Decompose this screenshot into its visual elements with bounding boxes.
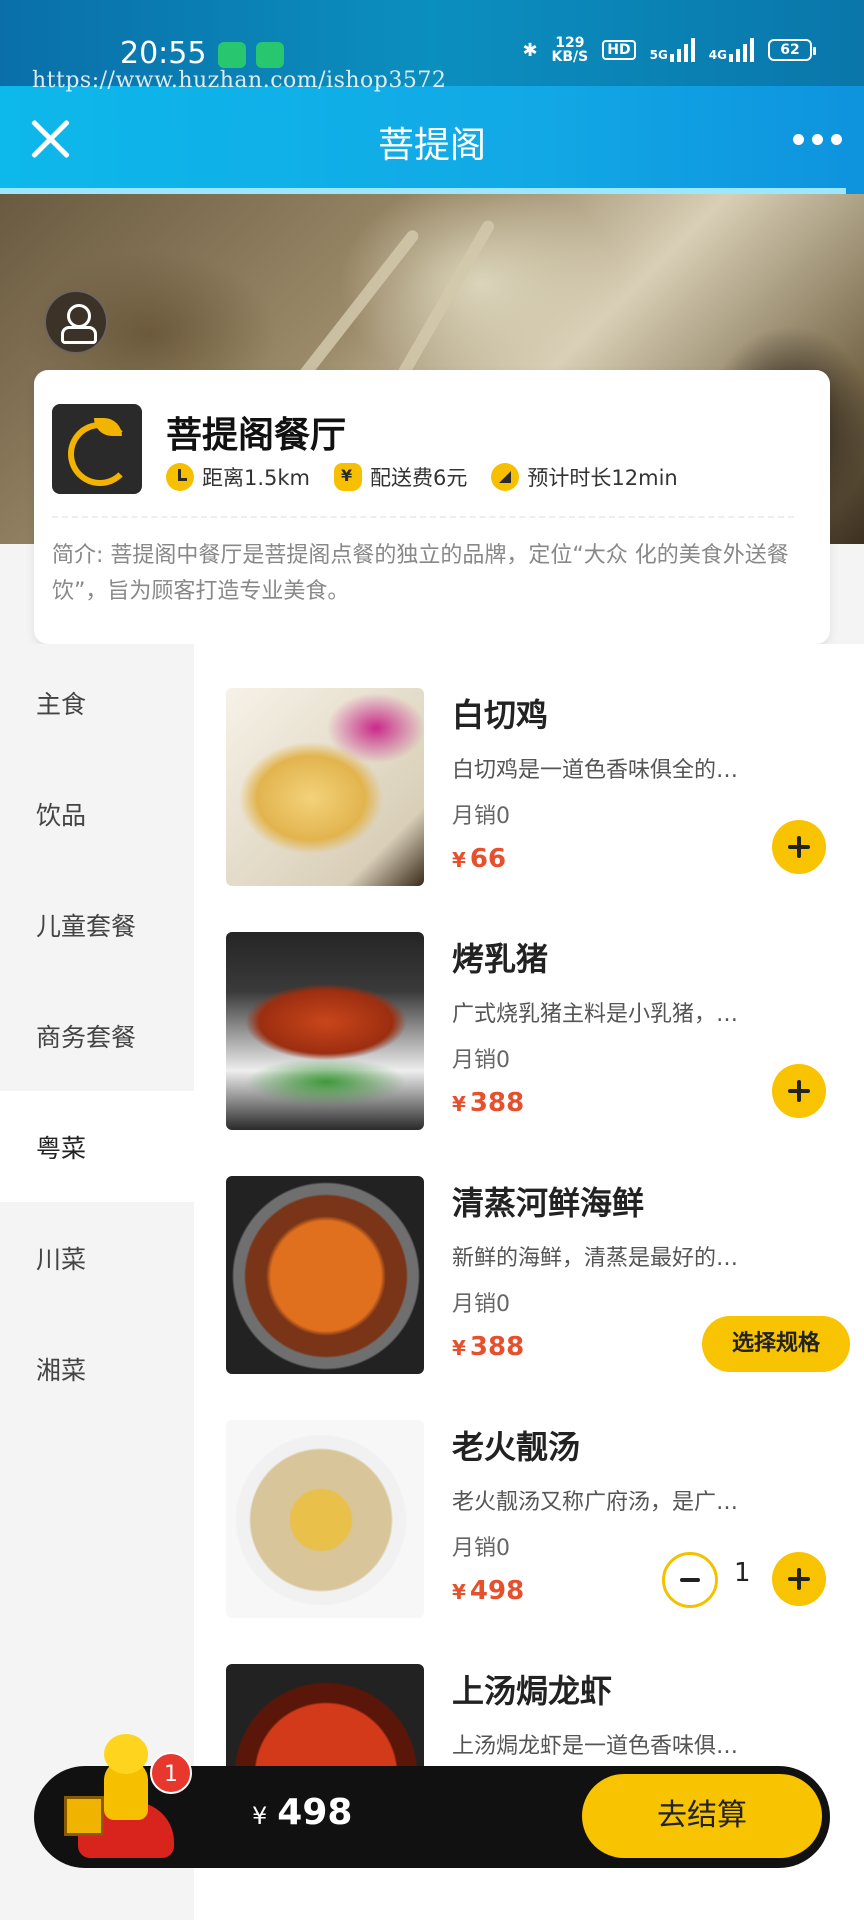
eta-info: 预计时长12min [491, 462, 678, 492]
menu-item[interactable]: 老火靓汤 老火靓汤又称广府汤，是广… 月销0 ¥498 1 [226, 1420, 846, 1620]
menu-item[interactable]: 烤乳猪 广式烧乳猪主料是小乳猪，… 月销0 ¥388 [226, 932, 846, 1132]
shop-name: 菩提阁餐厅 [166, 415, 347, 456]
category-label: 饮品 [36, 800, 87, 830]
category-item-business-meal[interactable]: 商务套餐 [0, 980, 194, 1091]
dish-name: 老火靓汤 [452, 1428, 581, 1466]
currency-symbol: ¥ [252, 1802, 268, 1830]
dish-image [226, 1176, 424, 1374]
cart-total: ¥498 [252, 1792, 352, 1833]
category-label: 主食 [36, 689, 87, 719]
shop-info-card: 菩提阁餐厅 距离1.5km 配送费6元 预计时长12min 简介: 菩提阁中餐厅… [34, 370, 830, 644]
status-indicators: ✱ 129 KB/S HD 5G 4G 62 [522, 36, 816, 64]
signal-4g-icon: 4G [709, 38, 754, 62]
eta-text: 预计时长12min [527, 466, 678, 490]
dish-name: 白切鸡 [452, 696, 549, 734]
menu-item[interactable]: 清蒸河鲜海鲜 新鲜的海鲜，清蒸是最好的… 月销0 ¥388 选择规格 [226, 1176, 850, 1376]
category-label: 儿童套餐 [36, 911, 137, 941]
navbar: 菩提阁 [0, 86, 864, 194]
currency-symbol: ¥ [452, 1092, 466, 1116]
battery-icon: 62 [768, 39, 816, 61]
quantity-value: 1 [734, 1558, 751, 1588]
dish-description: 老火靓汤又称广府汤，是广… [452, 1490, 739, 1515]
dish-description: 上汤焗龙虾是一道色香味俱… [452, 1734, 739, 1759]
app-notification-icon [218, 42, 246, 68]
dish-sales: 月销0 [452, 804, 510, 829]
watermark-url: https://www.huzhan.com/ishop3572 [32, 68, 447, 93]
currency-symbol: ¥ [452, 1336, 466, 1360]
more-icon[interactable] [793, 134, 842, 145]
price-value: 66 [469, 844, 507, 874]
distance-info: 距离1.5km [166, 462, 310, 492]
dish-description: 广式烧乳猪主料是小乳猪，… [452, 1002, 739, 1027]
category-label: 粤菜 [36, 1133, 87, 1163]
currency-symbol: ¥ [452, 1580, 466, 1604]
dish-image [226, 688, 424, 886]
hd-icon: HD [602, 40, 636, 60]
cart-count-badge: 1 [150, 1752, 192, 1794]
network-speed-unit: KB/S [551, 49, 589, 65]
dish-sales: 月销0 [452, 1536, 510, 1561]
price-value: 498 [469, 1576, 525, 1606]
dish-price: ¥388 [452, 1332, 524, 1362]
category-item-sichuan[interactable]: 川菜 [0, 1202, 194, 1313]
category-item-kids-meal[interactable]: 儿童套餐 [0, 869, 194, 980]
delivery-box-shape [64, 1796, 104, 1836]
dish-image [226, 1420, 424, 1618]
price-value: 388 [469, 1332, 525, 1362]
add-to-cart-button[interactable] [772, 1064, 826, 1118]
divider [52, 516, 794, 518]
distance-text: 距离1.5km [202, 466, 311, 490]
add-to-cart-button[interactable] [772, 1552, 826, 1606]
menu-item-list: 白切鸡 白切鸡是一道色香味俱全的… 月销0 ¥66 烤乳猪 广式烧乳猪主料是小乳… [194, 644, 864, 1920]
rider-helmet-shape [104, 1734, 148, 1774]
dish-image [226, 932, 424, 1130]
category-item-cantonese[interactable]: 粤菜 [0, 1091, 194, 1202]
dish-description: 新鲜的海鲜，清蒸是最好的… [452, 1246, 739, 1271]
camera-notification-icon [256, 42, 284, 68]
navigation-arrow-icon [491, 463, 520, 491]
menu-item[interactable]: 白切鸡 白切鸡是一道色香味俱全的… 月销0 ¥66 [226, 688, 846, 888]
shop-meta: 距离1.5km 配送费6元 预计时长12min [166, 462, 678, 492]
bluetooth-icon: ✱ [522, 39, 538, 61]
dish-price: ¥498 [452, 1576, 524, 1606]
dish-price: ¥388 [452, 1088, 524, 1118]
signal-5g-icon: 5G [650, 38, 695, 62]
category-label: 湘菜 [36, 1355, 87, 1385]
clock-icon [166, 463, 194, 491]
price-value: 388 [469, 1088, 525, 1118]
category-sidebar: 主食 饮品 儿童套餐 商务套餐 粤菜 川菜 湘菜 [0, 644, 194, 1920]
decrease-quantity-button[interactable] [662, 1552, 718, 1608]
status-time: 20:55 [120, 36, 207, 71]
category-label: 川菜 [36, 1244, 87, 1274]
dish-description: 白切鸡是一道色香味俱全的… [452, 758, 739, 783]
currency-symbol: ¥ [452, 848, 466, 872]
category-item-staple[interactable]: 主食 [0, 647, 194, 758]
category-item-drinks[interactable]: 饮品 [0, 758, 194, 869]
category-label: 商务套餐 [36, 1022, 137, 1052]
shop-logo [52, 404, 142, 494]
delivery-fee-text: 配送费6元 [370, 466, 468, 490]
page-title: 菩提阁 [377, 125, 486, 166]
dish-price: ¥66 [452, 844, 506, 874]
dish-sales: 月销0 [452, 1292, 510, 1317]
delivery-fee-info: 配送费6元 [334, 462, 467, 492]
money-bag-icon [334, 463, 363, 491]
signal-5g-label: 5G [649, 48, 668, 62]
shop-intro: 简介: 菩提阁中餐厅是菩提阁点餐的独立的品牌，定位“大众 化的美食外送餐饮”，旨… [52, 543, 789, 604]
checkout-button[interactable]: 去结算 [582, 1774, 822, 1858]
signal-4g-label: 4G [708, 48, 727, 62]
category-item-hunan[interactable]: 湘菜 [0, 1313, 194, 1424]
add-to-cart-button[interactable] [772, 820, 826, 874]
cart-total-value: 498 [277, 1792, 353, 1833]
dish-name: 清蒸河鲜海鲜 [452, 1184, 645, 1222]
select-spec-button[interactable]: 选择规格 [702, 1316, 850, 1372]
dish-sales: 月销0 [452, 1048, 510, 1073]
network-speed: 129 KB/S [552, 36, 589, 64]
user-avatar-icon[interactable] [44, 290, 108, 354]
dish-name: 上汤焗龙虾 [452, 1672, 613, 1710]
dish-name: 烤乳猪 [452, 940, 549, 978]
